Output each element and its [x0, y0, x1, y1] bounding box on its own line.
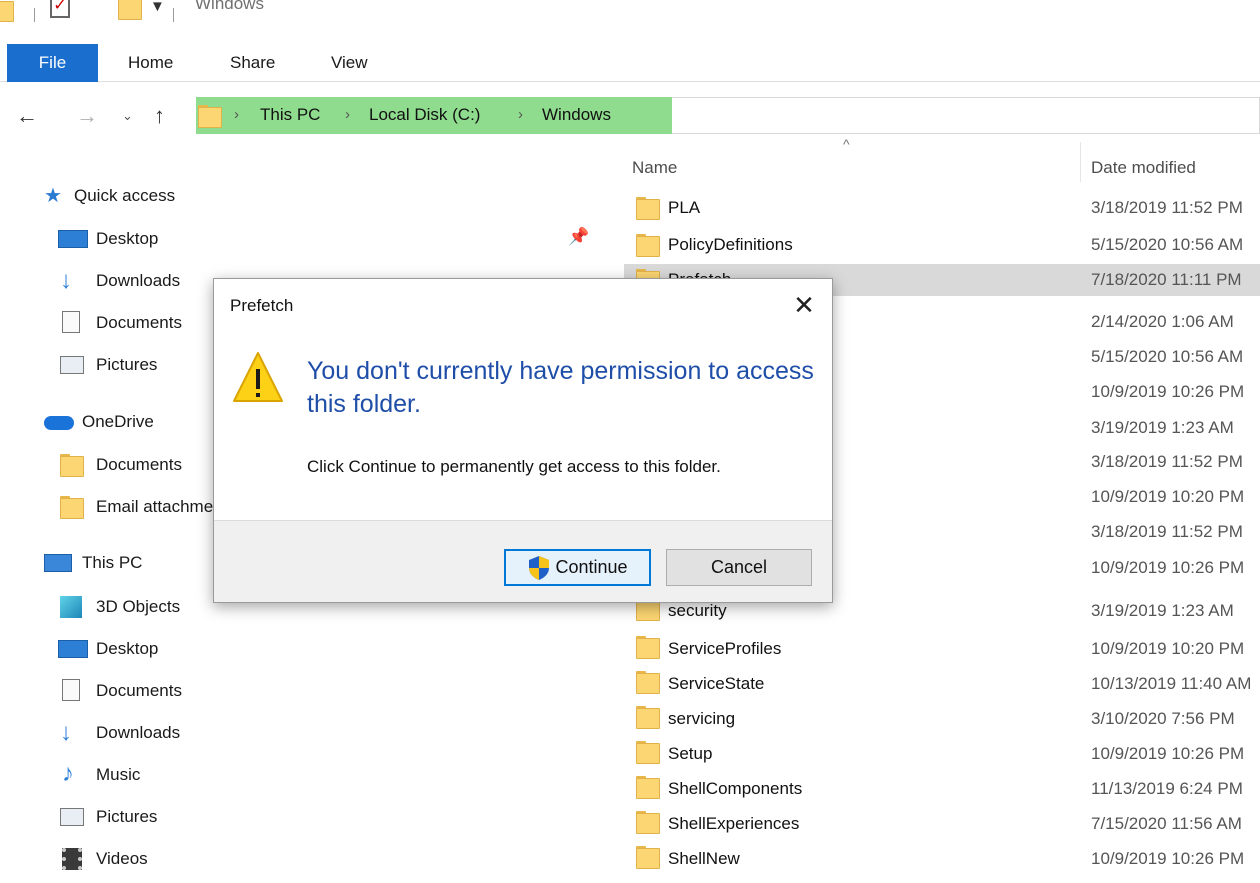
- dialog-footer: Continue Cancel: [214, 520, 832, 602]
- title-bar: ✓ ▼ Windows: [0, 0, 1260, 34]
- tab-home[interactable]: Home: [128, 44, 173, 82]
- window-title: Windows: [195, 0, 264, 13]
- sort-ascending-icon: ^: [843, 136, 850, 152]
- dialog-title: Prefetch: [230, 296, 294, 315]
- cube-icon: [60, 596, 82, 618]
- folder-icon[interactable]: [0, 0, 14, 22]
- properties-check-icon[interactable]: ✓: [50, 0, 70, 18]
- list-item[interactable]: ServiceProfiles 10/9/2019 10:20 PM: [624, 623, 1260, 659]
- chevron-right-icon[interactable]: ›: [518, 106, 523, 123]
- continue-button-label: Continue: [555, 557, 628, 577]
- folder-icon: [60, 495, 84, 519]
- folder-icon: [60, 453, 84, 477]
- back-arrow-icon[interactable]: ←: [16, 103, 38, 129]
- column-header-date-modified[interactable]: Date modified: [1091, 158, 1196, 178]
- new-folder-icon[interactable]: [118, 0, 142, 20]
- folder-icon: [636, 670, 660, 694]
- list-item[interactable]: ShellNew 10/9/2019 10:26 PM: [624, 833, 1260, 883]
- up-arrow-icon[interactable]: ↑: [154, 103, 165, 129]
- uac-shield-icon: [529, 555, 550, 580]
- tab-file[interactable]: File: [7, 44, 98, 82]
- ribbon-tabs: File Home Share View: [0, 44, 1260, 82]
- music-note-icon: ♪: [62, 760, 74, 787]
- breadcrumb-local-disk[interactable]: Local Disk (C:): [369, 105, 480, 125]
- breadcrumb-this-pc[interactable]: This PC: [260, 105, 320, 125]
- column-header-name[interactable]: Name: [632, 158, 677, 178]
- cloud-icon: [44, 416, 74, 430]
- breadcrumb-windows[interactable]: Windows: [542, 105, 611, 125]
- chevron-right-icon[interactable]: ›: [234, 106, 239, 123]
- close-icon[interactable]: ✕: [784, 287, 824, 323]
- customize-toolbar-chevron-icon[interactable]: ▼: [150, 0, 165, 15]
- pin-icon[interactable]: 📌: [568, 227, 589, 247]
- dialog-sub-message: Click Continue to permanently get access…: [307, 457, 721, 476]
- document-icon: [62, 679, 80, 701]
- pictures-icon: [60, 808, 84, 826]
- list-item[interactable]: ServiceState 10/13/2019 11:40 AM: [624, 658, 1260, 694]
- folder-icon: [636, 775, 660, 799]
- list-item[interactable]: servicing 3/10/2020 7:56 PM: [624, 693, 1260, 729]
- pictures-icon: [60, 356, 84, 374]
- list-item[interactable]: ShellExperiences 7/15/2020 11:56 AM: [624, 798, 1260, 834]
- tab-share[interactable]: Share: [230, 44, 275, 82]
- list-item[interactable]: PolicyDefinitions 5/15/2020 10:56 AM: [624, 229, 1260, 261]
- dialog-main-message: You don't currently have permission to a…: [307, 357, 814, 418]
- folder-icon: [636, 196, 660, 220]
- permission-dialog: Prefetch ✕ You don't currently have perm…: [213, 278, 833, 603]
- star-icon: ★: [44, 185, 62, 207]
- folder-icon: [636, 705, 660, 729]
- list-item[interactable]: Setup 10/9/2019 10:26 PM: [624, 728, 1260, 764]
- folder-icon: [198, 104, 222, 128]
- desktop-icon: [58, 640, 88, 658]
- folder-icon: [636, 233, 660, 257]
- folder-icon: [636, 810, 660, 834]
- folder-icon: [636, 740, 660, 764]
- tab-view[interactable]: View: [331, 44, 368, 82]
- warning-icon: [233, 352, 283, 402]
- navigation-bar: ← → ⌄ ↑ › This PC › Local Disk (C:) › Wi…: [0, 97, 1260, 135]
- document-icon: [62, 311, 80, 333]
- continue-button[interactable]: Continue: [504, 549, 651, 586]
- desktop-icon: [58, 230, 88, 248]
- film-icon: [62, 848, 82, 870]
- folder-icon: [636, 845, 660, 869]
- recent-locations-chevron-icon[interactable]: ⌄: [122, 108, 133, 124]
- list-item[interactable]: PLA 3/18/2019 11:52 PM: [624, 192, 1260, 224]
- download-arrow-icon: ↓: [60, 267, 72, 294]
- chevron-right-icon[interactable]: ›: [345, 106, 350, 123]
- computer-icon: [44, 554, 72, 572]
- list-item[interactable]: ShellComponents 11/13/2019 6:24 PM: [624, 763, 1260, 799]
- cancel-button[interactable]: Cancel: [666, 549, 812, 586]
- download-arrow-icon: ↓: [60, 719, 72, 746]
- forward-arrow-icon[interactable]: →: [76, 103, 98, 129]
- folder-icon: [636, 635, 660, 659]
